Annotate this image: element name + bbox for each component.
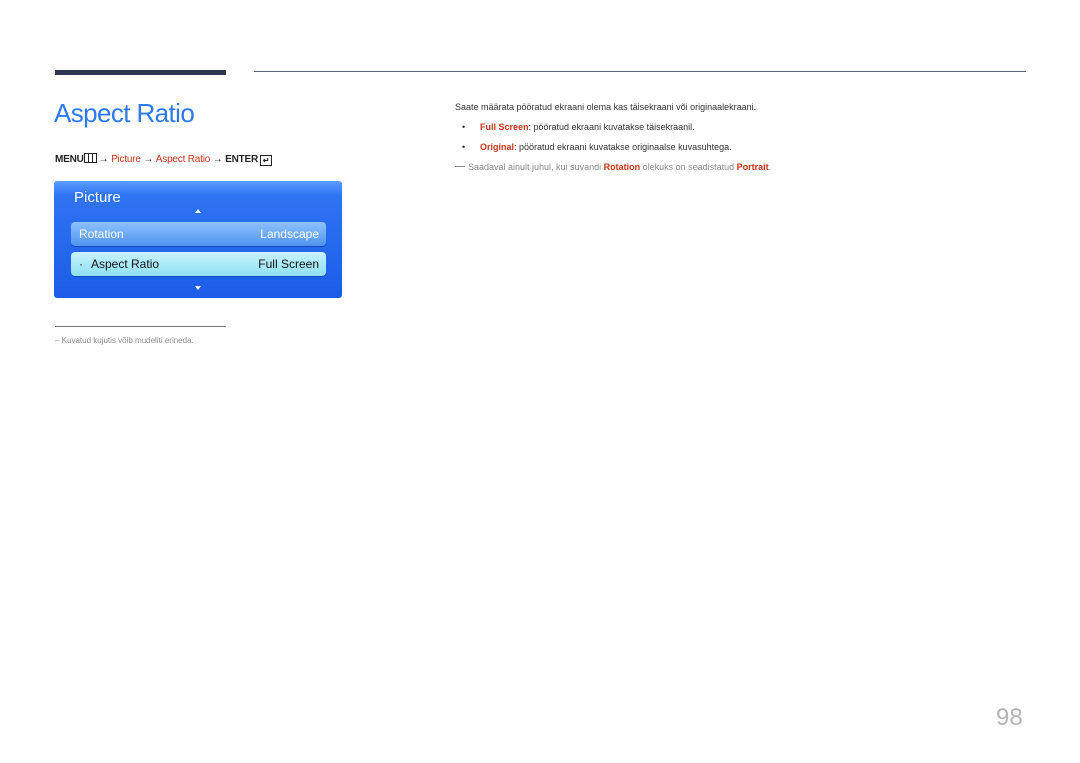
note-text: Saadaval ainult juhul, kui suvandi xyxy=(468,162,604,172)
note-term-rotation: Rotation xyxy=(603,162,641,172)
path-step-picture: Picture xyxy=(111,154,141,165)
header-rule-thick xyxy=(55,70,226,75)
note: Saadaval ainult juhul, kui suvandi Rotat… xyxy=(455,162,771,172)
bullet-text: : pööratud ekraani kuvatakse täisekraani… xyxy=(528,122,695,132)
scroll-up-icon[interactable] xyxy=(195,209,201,213)
enter-icon: ↵ xyxy=(260,155,272,166)
osd-item-value: Landscape xyxy=(260,227,319,241)
osd-item-rotation[interactable]: Rotation Landscape xyxy=(71,222,326,246)
page-title: Aspect Ratio xyxy=(54,98,195,128)
osd-menu-panel: Picture Rotation Landscape Aspect Ratio … xyxy=(54,181,342,298)
bullet-item: • Original: pööratud ekraani kuvatakse or… xyxy=(462,142,732,152)
bullet-item: • Full Screen: pööratud ekraani kuvatakse… xyxy=(462,122,695,132)
bullet-term: Full Screen xyxy=(480,122,529,132)
note-dash-icon xyxy=(455,166,465,167)
path-step-aspect-ratio: Aspect Ratio xyxy=(155,154,211,165)
menu-icon xyxy=(83,153,97,163)
header-rule-thin xyxy=(254,71,1026,72)
description: Saate määrata pööratud ekraani olema kas… xyxy=(455,102,757,112)
bullet-icon: • xyxy=(462,142,466,152)
path-arrow: → xyxy=(143,154,154,165)
osd-item-label: Aspect Ratio xyxy=(79,257,159,271)
bullet-term: Original xyxy=(480,142,515,152)
note-text: . xyxy=(768,162,772,172)
bullet-icon: • xyxy=(462,122,466,132)
path-arrow: → xyxy=(212,154,223,165)
osd-item-value: Full Screen xyxy=(258,257,319,271)
menu-path: MENU → Picture → Aspect Ratio → ENTER ↵ xyxy=(55,153,272,166)
enter-label: ENTER xyxy=(225,154,258,165)
page-number: 98 xyxy=(996,704,1023,731)
menu-label: MENU xyxy=(55,154,84,165)
osd-item-aspect-ratio[interactable]: Aspect Ratio Full Screen xyxy=(71,252,326,276)
osd-item-label: Rotation xyxy=(79,227,124,241)
footnote-rule xyxy=(55,326,226,327)
note-term-portrait: Portrait xyxy=(736,162,769,172)
footnote: – Kuvatud kujutis võib mudeliti erineda. xyxy=(55,336,194,345)
bullet-text: : pööratud ekraani kuvatakse originaalse… xyxy=(514,142,732,152)
path-arrow: → xyxy=(98,154,109,165)
scroll-down-icon[interactable] xyxy=(195,286,201,290)
osd-title: Picture xyxy=(74,189,121,206)
note-text: olekuks on seadistatud xyxy=(640,162,737,172)
